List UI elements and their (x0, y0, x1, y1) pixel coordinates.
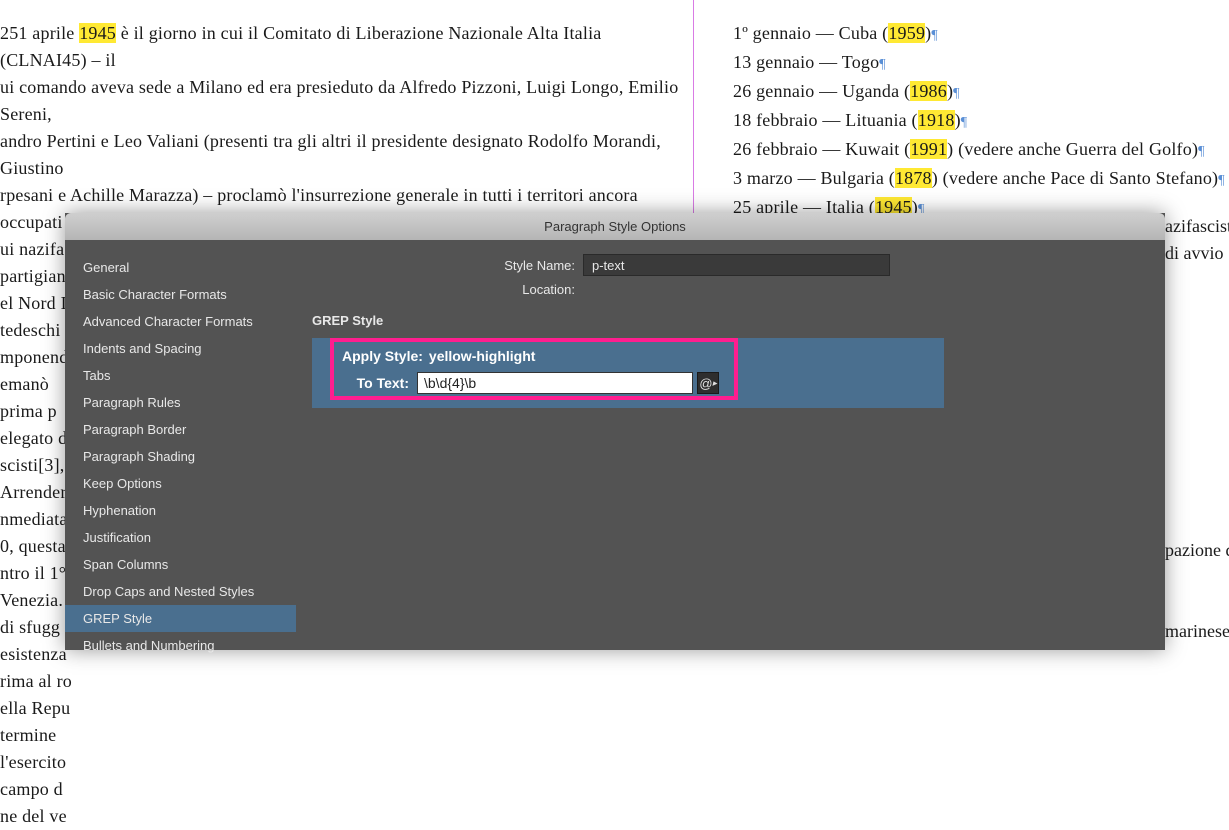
style-name-row: Style Name: (296, 254, 1165, 276)
text-column-right: 1º gennaio — Cuba (1959)¶13 gennaio — To… (733, 20, 1223, 223)
pilcrow-icon: ¶ (879, 57, 886, 72)
sidebar-item-basic-character-formats[interactable]: Basic Character Formats (65, 281, 296, 308)
to-text-row: To Text: @▸ (324, 372, 932, 394)
sidebar-item-justification[interactable]: Justification (65, 524, 296, 551)
background-text-fragment (1165, 564, 1229, 591)
dialog-title[interactable]: Paragraph Style Options (65, 213, 1165, 240)
text-line: andro Pertini e Leo Valiani (presenti tr… (0, 128, 680, 182)
pilcrow-icon: ¶ (961, 115, 968, 130)
grep-style-panel[interactable]: Apply Style: yellow-highlight To Text: @… (312, 338, 944, 408)
list-item: 1º gennaio — Cuba (1959)¶ (733, 20, 1223, 49)
sidebar-item-keep-options[interactable]: Keep Options (65, 470, 296, 497)
text-line: campo d (0, 776, 680, 803)
sidebar-item-indents-and-spacing[interactable]: Indents and Spacing (65, 335, 296, 362)
pilcrow-icon: ¶ (931, 28, 938, 43)
pilcrow-icon: ¶ (1218, 173, 1225, 188)
text-line: termine (0, 722, 680, 749)
text-line: rima al ro (0, 668, 680, 695)
background-text-fragment: azifascista (1165, 213, 1229, 240)
text-line: ui comando aveva sede a Milano ed era pr… (0, 74, 680, 128)
sidebar-item-paragraph-border[interactable]: Paragraph Border (65, 416, 296, 443)
apply-style-value[interactable]: yellow-highlight (429, 348, 536, 364)
sidebar-item-drop-caps-and-nested-styles[interactable]: Drop Caps and Nested Styles (65, 578, 296, 605)
background-text-fragment (1165, 321, 1229, 348)
background-text-fragment (1165, 510, 1229, 537)
dialog-body: GeneralBasic Character FormatsAdvanced C… (65, 240, 1165, 650)
background-text-fragment (1165, 348, 1229, 375)
list-item: 13 gennaio — Togo¶ (733, 49, 1223, 78)
to-text-input[interactable] (417, 372, 693, 394)
list-item: 3 marzo — Bulgaria (1878) (vedere anche … (733, 165, 1223, 194)
location-row: Location: (296, 282, 1165, 297)
sidebar-item-span-columns[interactable]: Span Columns (65, 551, 296, 578)
background-text-fragment (1165, 402, 1229, 429)
to-text-label: To Text: (342, 375, 417, 391)
sidebar-item-tabs[interactable]: Tabs (65, 362, 296, 389)
background-text-fragment (1165, 294, 1229, 321)
background-text-fragment (1165, 375, 1229, 402)
list-item: 18 febbraio — Lituania (1918)¶ (733, 107, 1223, 136)
sidebar-item-paragraph-shading[interactable]: Paragraph Shading (65, 443, 296, 470)
apply-style-label: Apply Style: (342, 348, 423, 364)
sidebar-item-grep-style[interactable]: GREP Style (65, 605, 296, 632)
pilcrow-icon: ¶ (953, 86, 960, 101)
special-characters-button[interactable]: @▸ (697, 372, 719, 394)
list-item: 26 febbraio — Kuwait (1991) (vedere anch… (733, 136, 1223, 165)
text-line: l'esercito (0, 749, 680, 776)
sidebar-item-hyphenation[interactable]: Hyphenation (65, 497, 296, 524)
background-text-fragment (1165, 429, 1229, 456)
location-label: Location: (296, 282, 583, 297)
grep-style-section-title: GREP Style (296, 303, 1165, 338)
pilcrow-icon: ¶ (1198, 144, 1205, 159)
list-item: 26 gennaio — Uganda (1986)¶ (733, 78, 1223, 107)
at-icon: @ (699, 376, 712, 391)
dialog-sidebar: GeneralBasic Character FormatsAdvanced C… (65, 240, 296, 650)
text-line: ne del ve (0, 803, 680, 830)
background-text-fragment (1165, 591, 1229, 618)
background-text-fragment: di avvio (1165, 240, 1229, 267)
sidebar-item-paragraph-rules[interactable]: Paragraph Rules (65, 389, 296, 416)
paragraph-style-options-dialog: Paragraph Style Options GeneralBasic Cha… (65, 213, 1165, 650)
sidebar-item-bullets-and-numbering[interactable]: Bullets and Numbering (65, 632, 296, 659)
text-line: ella Repu (0, 695, 680, 722)
background-text-fragment: pazione di (1165, 537, 1229, 564)
style-name-label: Style Name: (296, 258, 583, 273)
background-text-right: azifascistadi avvio pazione di marinese (1165, 213, 1229, 645)
sidebar-item-advanced-character-formats[interactable]: Advanced Character Formats (65, 308, 296, 335)
background-text-fragment (1165, 456, 1229, 483)
style-name-input[interactable] (583, 254, 890, 276)
background-text-fragment: marinese (1165, 618, 1229, 645)
sidebar-item-general[interactable]: General (65, 254, 296, 281)
dialog-main-panel: Style Name: Location: GREP Style Apply S… (296, 240, 1165, 650)
apply-style-row: Apply Style: yellow-highlight (324, 348, 932, 364)
background-text-fragment (1165, 267, 1229, 294)
background-text-fragment (1165, 483, 1229, 510)
text-line: 251 aprile 1945 è il giorno in cui il Co… (0, 20, 680, 74)
